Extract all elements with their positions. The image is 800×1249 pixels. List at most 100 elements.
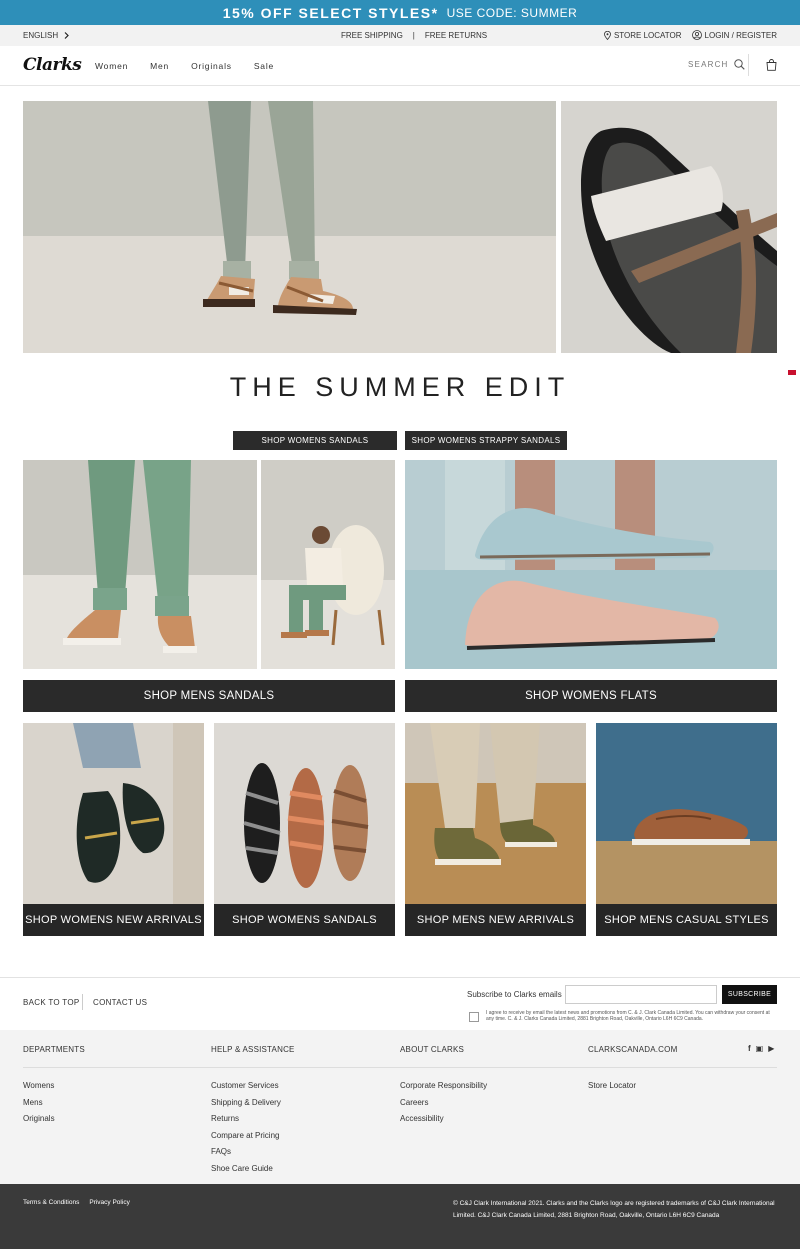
mens-sandals-image-seated[interactable] — [261, 460, 395, 669]
sneakers-illustration — [405, 723, 586, 904]
about-heading: ABOUT CLARKS — [400, 1045, 465, 1054]
subscribe-label: Subscribe to Clarks emails — [467, 990, 562, 999]
boat-shoe-illustration — [596, 723, 777, 904]
social-links: f ▣ ▶ — [748, 1044, 774, 1053]
back-to-top-link[interactable]: BACK TO TOP — [23, 998, 80, 1007]
footer-link-shoe-care[interactable]: Shoe Care Guide — [211, 1164, 281, 1173]
search-label: SEARCH — [688, 60, 729, 69]
mens-sandals-image-legs[interactable] — [23, 460, 257, 669]
contact-us-link[interactable]: CONTACT US — [93, 998, 147, 1007]
tile-womens-sandals[interactable]: SHOP WOMENS SANDALS — [214, 723, 395, 936]
site-heading: CLARKSCANADA.COM — [588, 1045, 678, 1054]
language-selector[interactable]: ENGLISH — [23, 31, 69, 40]
footer-legal: Terms & Conditions Privacy Policy © C&J … — [0, 1184, 800, 1249]
footer-links: DEPARTMENTS HELP & ASSISTANCE ABOUT CLAR… — [0, 1030, 800, 1184]
help-heading: HELP & ASSISTANCE — [211, 1045, 295, 1054]
shop-womens-strappy-sandals-button[interactable]: SHOP WOMENS STRAPPY SANDALS — [405, 431, 567, 450]
footer-rule — [23, 1067, 777, 1068]
promo-banner[interactable]: 15% OFF SELECT STYLES* USE CODE: SUMMER — [0, 0, 800, 25]
user-icon — [691, 30, 702, 40]
youtube-icon[interactable]: ▶ — [768, 1044, 774, 1053]
uk-flag-icon — [788, 370, 796, 375]
free-shipping-text: FREE SHIPPING — [341, 31, 403, 40]
menu-item-men[interactable]: Men — [150, 61, 169, 71]
womens-flats-image[interactable] — [405, 460, 777, 669]
tile-mens-new-arrivals[interactable]: SHOP MENS NEW ARRIVALS — [405, 723, 586, 936]
footer-link-customer-services[interactable]: Customer Services — [211, 1081, 281, 1090]
about-list: Corporate Responsibility Careers Accessi… — [400, 1081, 487, 1123]
tile-womens-new-arrivals[interactable]: SHOP WOMENS NEW ARRIVALS — [23, 723, 204, 936]
hero-illustration-sandal — [561, 101, 777, 353]
store-locator-link[interactable]: STORE LOCATOR — [604, 30, 682, 40]
clarks-logo[interactable]: Clarks — [23, 55, 82, 75]
tile-mens-casual-styles[interactable]: SHOP MENS CASUAL STYLES — [596, 723, 777, 936]
nav-divider — [748, 54, 749, 76]
search-icon — [733, 59, 745, 70]
footer-link-store-locator[interactable]: Store Locator — [588, 1081, 636, 1090]
footer-link-shipping[interactable]: Shipping & Delivery — [211, 1098, 281, 1107]
copyright-text: © C&J Clark International 2021. Clarks a… — [453, 1200, 775, 1219]
shop-womens-sandals-button[interactable]: SHOP WOMENS SANDALS — [233, 431, 397, 450]
utility-bar: ENGLISH FREE SHIPPING | FREE RETURNS STO… — [0, 25, 800, 46]
shop-mens-sandals-button[interactable]: SHOP MENS SANDALS — [23, 680, 395, 712]
shopping-bag-icon — [766, 59, 777, 71]
promo-headline: 15% OFF SELECT STYLES* — [222, 4, 439, 21]
flats-illustration — [405, 460, 777, 669]
footer-top: BACK TO TOP CONTACT US Subscribe to Clar… — [0, 977, 800, 1030]
help-list: Customer Services Shipping & Delivery Re… — [211, 1081, 281, 1173]
store-locator-label: STORE LOCATOR — [613, 30, 682, 40]
legal-links: Terms & Conditions Privacy Policy — [23, 1199, 130, 1206]
menu-item-women[interactable]: Women — [95, 61, 128, 71]
loafers-illustration — [23, 723, 204, 904]
footer-link-corporate-responsibility[interactable]: Corporate Responsibility — [400, 1081, 487, 1090]
email-subscribe-input[interactable] — [565, 985, 717, 1004]
chevron-right-icon — [64, 32, 69, 39]
mens-legs-illustration — [23, 460, 257, 669]
footer-link-careers[interactable]: Careers — [400, 1098, 487, 1107]
tile-label-womens-new-arrivals: SHOP WOMENS NEW ARRIVALS — [23, 904, 204, 936]
consent-text: I agree to receive by email the latest n… — [486, 1010, 770, 1022]
footer-link-faqs[interactable]: FAQs — [211, 1147, 281, 1156]
free-returns-text: FREE RETURNS — [424, 31, 488, 40]
footer-link-originals[interactable]: Originals — [23, 1114, 55, 1123]
subscribe-button[interactable]: SUBSCRIBE — [722, 985, 777, 1004]
shipping-divider: | — [412, 31, 415, 40]
primary-menu: Women Men Originals Sale — [95, 61, 274, 71]
account-links: STORE LOCATOR LOGIN / REGISTER — [604, 30, 777, 40]
shopping-bag-button[interactable] — [766, 58, 777, 76]
page-title: THE SUMMER EDIT — [229, 372, 571, 402]
terms-link[interactable]: Terms & Conditions — [23, 1199, 79, 1206]
hero-image-sandal-closeup[interactable] — [561, 101, 777, 353]
search-button[interactable]: SEARCH — [688, 59, 745, 70]
tile-label-mens-casual-styles: SHOP MENS CASUAL STYLES — [596, 904, 777, 936]
main-navigation: Clarks Women Men Originals Sale SEARCH — [0, 46, 800, 86]
map-pin-icon — [604, 30, 611, 40]
footer-link-womens[interactable]: Womens — [23, 1081, 55, 1090]
footer-link-compare-pricing[interactable]: Compare at Pricing — [211, 1131, 281, 1140]
tile-label-womens-sandals: SHOP WOMENS SANDALS — [214, 904, 395, 936]
site-list: Store Locator — [588, 1081, 636, 1090]
login-link[interactable]: LOGIN / REGISTER — [691, 30, 777, 40]
seated-man-illustration — [261, 460, 395, 669]
consent-checkbox[interactable] — [469, 1012, 479, 1022]
tile-label-mens-new-arrivals: SHOP MENS NEW ARRIVALS — [405, 904, 586, 936]
footer-link-returns[interactable]: Returns — [211, 1114, 281, 1123]
shipping-info: FREE SHIPPING | FREE RETURNS — [341, 31, 487, 40]
hero-image-womens-sandals[interactable] — [23, 101, 556, 353]
departments-heading: DEPARTMENTS — [23, 1045, 85, 1054]
language-label: ENGLISH — [23, 31, 59, 40]
footer-link-accessibility[interactable]: Accessibility — [400, 1114, 487, 1123]
departments-list: Womens Mens Originals — [23, 1081, 55, 1123]
shop-womens-flats-button[interactable]: SHOP WOMENS FLATS — [405, 680, 777, 712]
hero-illustration-legs — [23, 101, 556, 353]
menu-item-originals[interactable]: Originals — [191, 61, 232, 71]
login-label: LOGIN / REGISTER — [704, 30, 777, 40]
facebook-icon[interactable]: f — [748, 1044, 751, 1053]
promo-code: USE CODE: SUMMER — [446, 5, 578, 20]
menu-item-sale[interactable]: Sale — [254, 61, 274, 71]
footer-link-mens[interactable]: Mens — [23, 1098, 55, 1107]
footer-divider — [82, 994, 83, 1010]
privacy-link[interactable]: Privacy Policy — [89, 1199, 129, 1206]
instagram-icon[interactable]: ▣ — [756, 1044, 764, 1053]
three-sandals-illustration — [214, 723, 395, 904]
